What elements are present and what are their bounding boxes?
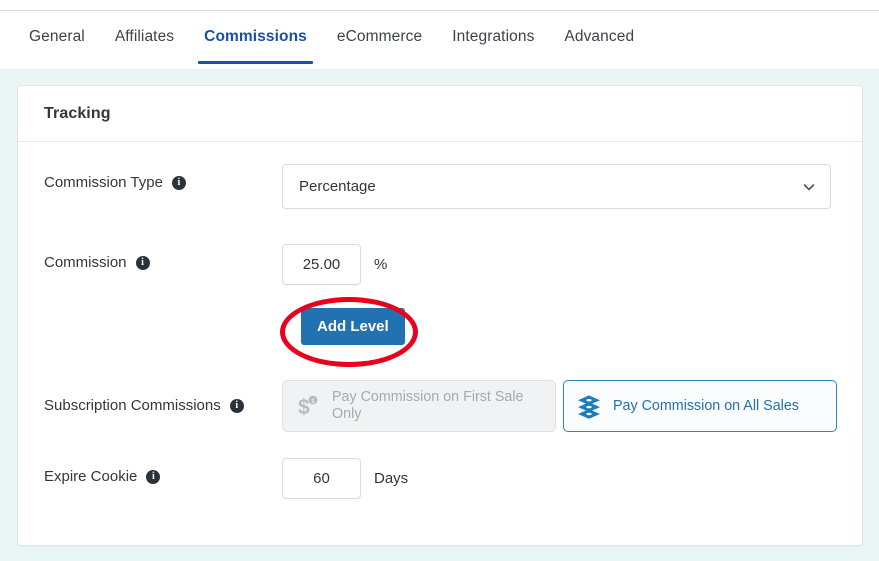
subscription-commissions-label: Subscription Commissions <box>44 398 221 413</box>
commission-unit: % <box>374 256 387 273</box>
expire-cookie-label: Expire Cookie <box>44 469 137 484</box>
commission-type-label: Commission Type <box>44 175 163 190</box>
subscription-commissions-row: Subscription Commissions i $ 1 Pay Commi… <box>18 380 862 432</box>
spacer <box>18 432 862 458</box>
svg-text:$: $ <box>298 396 310 418</box>
stacked-layers-icon <box>576 393 602 419</box>
subscription-commissions-label-group: Subscription Commissions i <box>44 380 282 413</box>
chevron-down-icon <box>802 180 816 194</box>
tab-general[interactable]: General <box>14 11 100 64</box>
top-strip <box>0 0 879 11</box>
settings-tab-bar: General Affiliates Commissions eCommerce… <box>0 11 879 69</box>
commission-label: Commission <box>44 255 127 270</box>
expire-cookie-input[interactable]: 60 <box>282 458 361 499</box>
expire-cookie-row: Expire Cookie i 60 Days <box>18 458 862 499</box>
info-icon[interactable]: i <box>230 399 244 413</box>
spacer <box>18 350 862 380</box>
expire-cookie-field: 60 Days <box>282 458 848 499</box>
commission-type-select[interactable]: Percentage <box>282 164 831 209</box>
tracking-card: Tracking Commission Type i Percentage <box>17 85 863 546</box>
tracking-card-body: Commission Type i Percentage <box>18 142 862 499</box>
card-title: Tracking <box>44 105 111 123</box>
option-label: Pay Commission on All Sales <box>613 398 799 415</box>
commission-type-value: Percentage <box>299 178 376 195</box>
info-icon[interactable]: i <box>172 176 186 190</box>
settings-page-body: Tracking Commission Type i Percentage <box>0 69 879 561</box>
option-label: Pay Commission on First Sale Only <box>332 389 543 423</box>
expire-cookie-unit: Days <box>374 470 408 487</box>
option-pay-first-sale-only[interactable]: $ 1 Pay Commission on First Sale Only <box>282 380 556 432</box>
commission-field: 25.00 % <box>282 244 848 285</box>
tab-affiliates[interactable]: Affiliates <box>100 11 189 64</box>
tracking-card-header: Tracking <box>18 86 862 142</box>
commission-type-row: Commission Type i Percentage <box>18 164 862 209</box>
commission-label-group: Commission i <box>44 244 282 270</box>
info-icon[interactable]: i <box>136 256 150 270</box>
tab-advanced[interactable]: Advanced <box>549 11 649 64</box>
commission-input[interactable]: 25.00 <box>282 244 361 285</box>
commission-type-label-group: Commission Type i <box>44 164 282 190</box>
tab-integrations[interactable]: Integrations <box>437 11 549 64</box>
add-level-row: Add Level <box>18 306 862 350</box>
dollar-first-sale-icon: $ 1 <box>295 393 321 419</box>
expire-cookie-label-group: Expire Cookie i <box>44 458 282 484</box>
tab-ecommerce[interactable]: eCommerce <box>322 11 437 64</box>
svg-text:1: 1 <box>311 398 315 405</box>
commission-row: Commission i 25.00 % <box>18 244 862 285</box>
option-pay-all-sales[interactable]: Pay Commission on All Sales <box>563 380 837 432</box>
tab-commissions[interactable]: Commissions <box>189 11 322 64</box>
commission-type-field: Percentage <box>282 164 848 209</box>
subscription-commissions-field: $ 1 Pay Commission on First Sale Only <box>282 380 848 432</box>
info-icon[interactable]: i <box>146 470 160 484</box>
add-level-button[interactable]: Add Level <box>301 308 405 345</box>
